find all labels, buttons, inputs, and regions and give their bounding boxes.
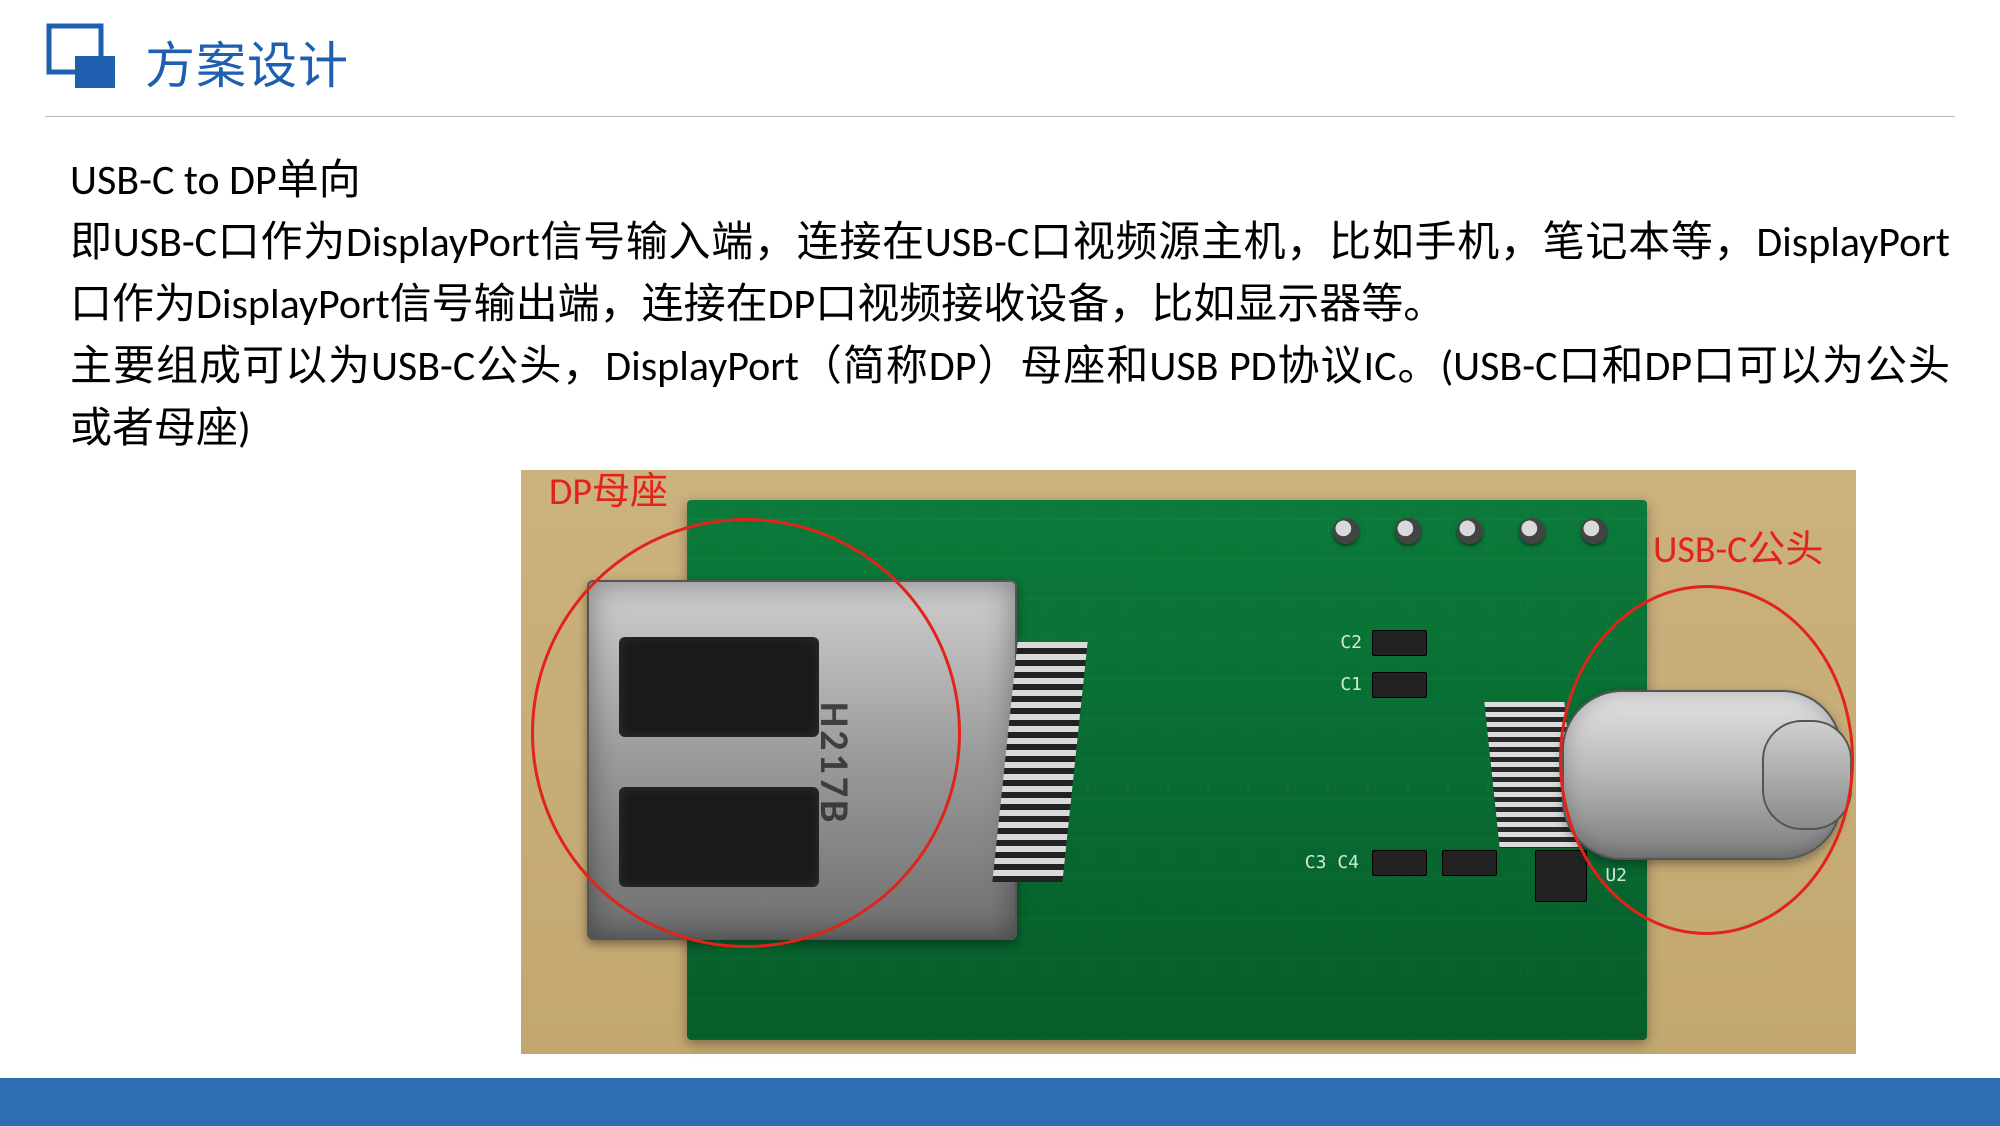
pad bbox=[1395, 518, 1421, 544]
header-pads bbox=[1333, 518, 1607, 544]
pcb-photo: H217B C2 C1 C3 C4 U2 DP母座 US bbox=[521, 470, 1856, 1054]
slide-header: 方案设计 bbox=[45, 22, 1955, 117]
pcb-board: H217B C2 C1 C3 C4 U2 bbox=[687, 500, 1647, 1040]
annotation-label-usbc: USB-C公头 bbox=[1653, 518, 1823, 573]
usb-c-male-plug bbox=[1562, 690, 1842, 860]
dp-female-receptacle: H217B bbox=[587, 580, 1017, 940]
silk-c1: C1 bbox=[1340, 674, 1362, 695]
body-paragraph-2: 主要组成可以为USB-C公头，DisplayPort（简称DP）母座和USB P… bbox=[70, 336, 1950, 460]
silk-c3-c4: C3 C4 bbox=[1305, 852, 1359, 873]
annotation-label-dp: DP母座 bbox=[549, 460, 668, 515]
slide-title: 方案设计 bbox=[145, 26, 349, 98]
body-paragraph-1: 即USB-C口作为DisplayPort信号输入端，连接在USB-C口视频源主机… bbox=[70, 212, 1950, 336]
body-line-1: USB-C to DP单向 bbox=[70, 150, 1950, 212]
slide-bottom-bar bbox=[0, 1078, 2000, 1126]
pad bbox=[1333, 518, 1359, 544]
silk-u2: U2 bbox=[1605, 865, 1627, 886]
usbc-tip bbox=[1762, 720, 1852, 830]
slide-body: USB-C to DP单向 即USB-C口作为DisplayPort信号输入端，… bbox=[70, 150, 1950, 460]
silk-c2: C2 bbox=[1340, 632, 1362, 653]
smd-c3 bbox=[1372, 850, 1427, 876]
smd-c2 bbox=[1372, 630, 1427, 656]
pad bbox=[1457, 518, 1483, 544]
pad bbox=[1519, 518, 1545, 544]
header-bullet-icon bbox=[45, 22, 120, 90]
smd-c4 bbox=[1442, 850, 1497, 876]
dp-part-number: H217B bbox=[810, 702, 859, 825]
smd-c1 bbox=[1372, 672, 1427, 698]
dp-solder-pins bbox=[992, 642, 1087, 882]
pad bbox=[1581, 518, 1607, 544]
